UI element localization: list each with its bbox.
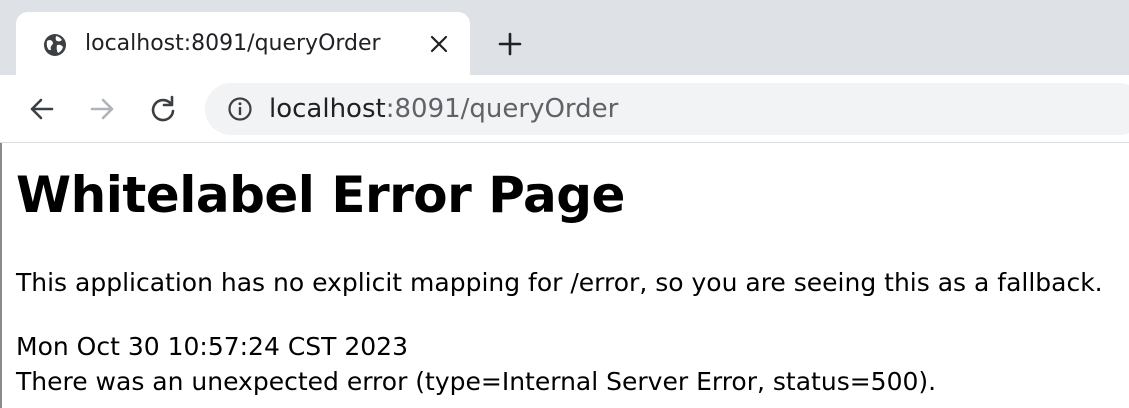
reload-icon <box>151 95 175 122</box>
back-button[interactable] <box>26 94 56 124</box>
globe-icon <box>42 32 68 58</box>
tab-strip: localhost:8091/queryOrder <box>0 0 1129 75</box>
url-host: localhost <box>269 94 386 124</box>
page-content: Whitelabel Error Page This application h… <box>0 143 1129 408</box>
window-edge <box>0 143 2 408</box>
error-message: This application has no explicit mapping… <box>16 268 1103 297</box>
close-icon[interactable] <box>426 31 452 57</box>
browser-toolbar: localhost:8091/queryOrder <box>0 75 1129 143</box>
arrow-left-icon <box>30 98 54 120</box>
forward-button[interactable] <box>88 94 118 124</box>
url-path: :8091/queryOrder <box>385 94 619 124</box>
page-title: Whitelabel Error Page <box>16 166 625 224</box>
plus-icon <box>498 32 522 56</box>
error-detail: There was an unexpected error (type=Inte… <box>16 367 937 396</box>
arrow-right-icon <box>90 98 114 120</box>
info-icon[interactable] <box>227 96 253 122</box>
error-timestamp: Mon Oct 30 10:57:24 CST 2023 <box>16 332 408 361</box>
new-tab-button[interactable] <box>494 28 526 60</box>
url-text[interactable]: localhost:8091/queryOrder <box>269 93 618 125</box>
address-bar[interactable]: localhost:8091/queryOrder <box>205 83 1129 135</box>
tab-title: localhost:8091/queryOrder <box>85 31 381 56</box>
reload-button[interactable] <box>148 94 178 124</box>
active-tab[interactable]: localhost:8091/queryOrder <box>16 12 470 75</box>
